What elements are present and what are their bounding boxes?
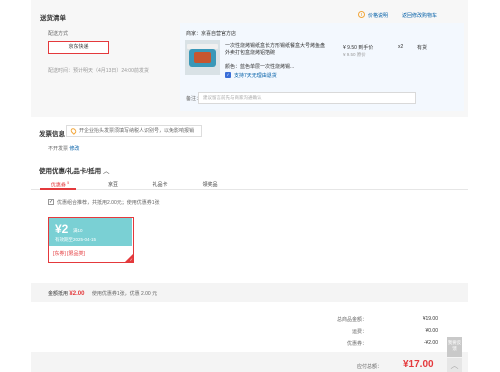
goods-quantity: x2 [398, 44, 404, 50]
combo-recommend-label: 优惠组合推荐，共抵用2.00元；使用优惠券1张 [57, 200, 160, 206]
goods-price: ¥ 9.50 到手价 [343, 45, 374, 51]
back-to-top-button[interactable]: ︿ [447, 358, 462, 372]
pay-total-label: 应付总额： [357, 364, 383, 370]
coupon-summary-amount: ¥2.00 [69, 291, 85, 297]
combo-recommend-checkbox[interactable]: ✓ [48, 199, 54, 205]
tab-divider [31, 189, 468, 190]
coupon-discount-label: 优惠券： [346, 341, 367, 347]
remark-input[interactable]: 建议留言前先与商家沟通确认 [198, 92, 416, 104]
pay-total-amount: ¥17.00 [403, 359, 434, 370]
goods-spec: 颜色：蓝色单层一次性烧烤锡... [225, 64, 295, 70]
coupon-date: 有效期至2025-04-15 [55, 237, 97, 242]
shipping-fee-value: ¥0.00 [425, 328, 438, 334]
tab-coupon-badge: 5 [67, 181, 70, 185]
tab-jd-beans[interactable]: 京豆 [103, 181, 123, 188]
check-icon: ✓ [129, 257, 133, 262]
coupon-summary: 金额抵用 ¥2.00 使用优惠券1张，优惠 2.00 元 [48, 290, 157, 297]
goods-price-original: ¥ 9.50 原价 [343, 52, 366, 57]
back-to-cart-link[interactable]: 返回修改购物车 [402, 12, 437, 19]
price-info-icon: ! [358, 11, 365, 18]
shipping-method-button[interactable]: 京东快递 [48, 41, 109, 54]
coupon-summary-label: 金额抵用 [48, 291, 69, 297]
goods-thumbnail[interactable] [185, 40, 220, 75]
chevron-up-icon[interactable]: ︿ [103, 168, 110, 175]
tab-prize[interactable]: 领奖品 [198, 181, 222, 188]
total-goods-value: ¥19.00 [422, 316, 438, 322]
shipping-time: 配送时间：预计明天（4月13日）24:00前发货 [48, 68, 149, 74]
coupon-card[interactable]: ¥2 满10 有效期至2025-04-15 [东券] [限品类] ✓ [48, 217, 134, 263]
total-goods-label: 总商品金额： [336, 317, 367, 323]
coupon-discount-value: -¥2.00 [423, 340, 438, 346]
shipping-label: 配送方式 [48, 31, 69, 37]
coupons-title-text: 使用优惠/礼品卡/抵用 [39, 168, 102, 175]
shipping-fee-label: 运费： [351, 329, 367, 335]
service-guarantee[interactable]: 支持7天无理由退货 [234, 72, 277, 79]
feedback-button[interactable]: 我要反馈 [447, 337, 462, 357]
location-pin-icon [69, 127, 78, 135]
tab-active-underline [40, 188, 76, 190]
invoice-title: 发票信息 [39, 131, 65, 138]
invoice-status: 不开发票 修改 [48, 145, 79, 152]
invoice-status-text: 不开发票 [48, 146, 69, 152]
coupon-amount: ¥2 [55, 222, 69, 236]
coupon-tags: [东券] [限品类] [53, 251, 85, 257]
store-name: 商家：京喜自营官方店 [186, 31, 237, 37]
tab-gift-card[interactable]: 礼品卡 [148, 181, 172, 188]
goods-name-link[interactable]: 一次性烧烤锡纸盒长方形锡纸餐盒大号烤鱼盘外卖打包盒烧烤铝箔碗 [225, 43, 325, 56]
goods-list-title: 送货清单 [40, 15, 66, 22]
invoice-hint-text: 开企业抬头发票须填写纳税人识别号，以免影响报销 [79, 128, 195, 134]
chevron-up-icon: ︿ [450, 361, 459, 370]
invoice-hint: 开企业抬头发票须填写纳税人识别号，以免影响报销 [66, 125, 202, 137]
coupon-condition: 满10 [73, 228, 83, 233]
goods-stock-status: 有货 [417, 45, 428, 51]
service-guarantee-icon: ✓ [225, 72, 231, 78]
coupon-summary-desc: 使用优惠券1张，优惠 2.00 元 [91, 291, 158, 297]
price-diff-link[interactable]: 价格说明 [368, 12, 388, 19]
invoice-edit-link[interactable]: 修改 [69, 146, 79, 152]
coupons-title[interactable]: 使用优惠/礼品卡/抵用 ︿ [39, 165, 109, 175]
